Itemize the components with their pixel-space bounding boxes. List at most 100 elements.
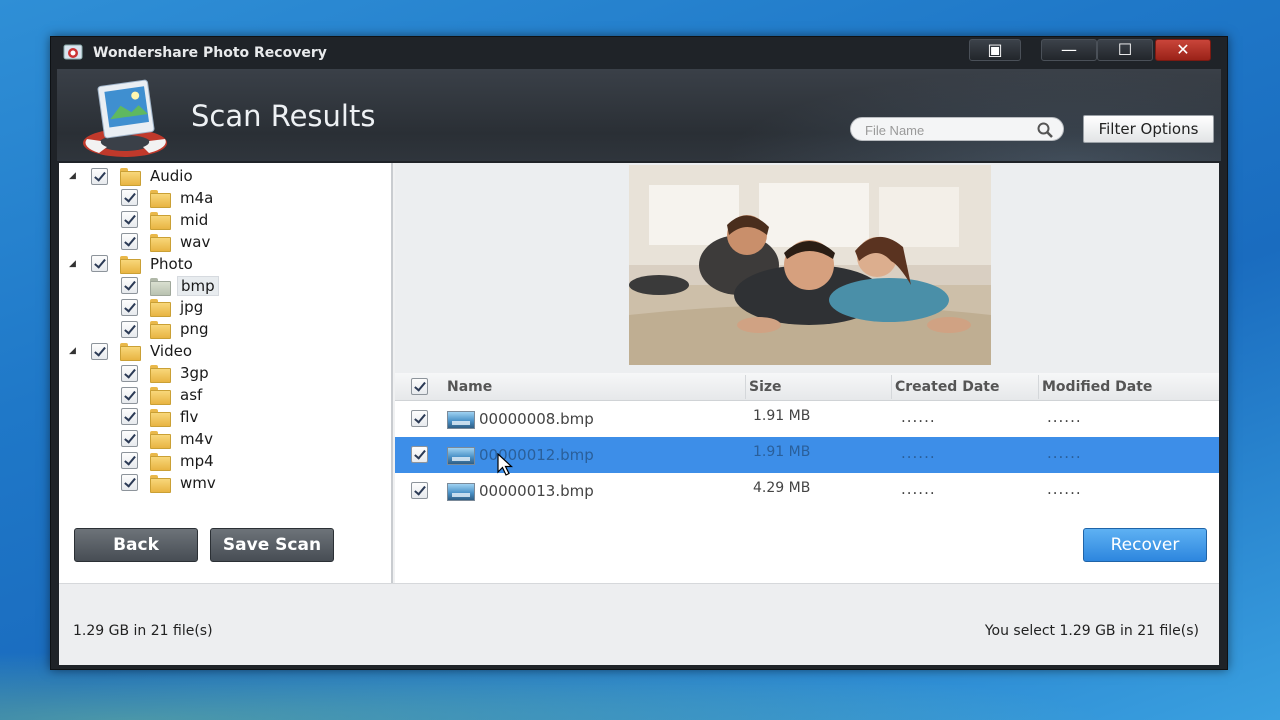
tree-item-label: m4a <box>180 188 214 207</box>
tree-item-label: flv <box>180 407 199 426</box>
row-checkbox[interactable] <box>411 446 428 463</box>
collapse-triangle-icon[interactable]: ◢ <box>69 259 79 269</box>
tree-checkbox[interactable] <box>121 320 138 338</box>
folder-icon <box>150 408 171 427</box>
tree-item-bmp[interactable]: bmp <box>121 275 219 297</box>
table-row-selected[interactable]: 00000012.bmp 1.91 MB ...... ...... <box>395 437 1219 476</box>
row-checkbox[interactable] <box>411 482 428 499</box>
filter-options-button[interactable]: Filter Options <box>1083 115 1214 143</box>
column-header-modified-date[interactable]: Modified Date <box>1042 379 1152 395</box>
back-button[interactable]: Back <box>74 528 198 562</box>
modified-date: ...... <box>1047 408 1082 426</box>
tree-item-label: m4v <box>180 429 214 448</box>
recover-button[interactable]: Recover <box>1083 528 1207 562</box>
window-title: Wondershare Photo Recovery <box>93 45 327 61</box>
tree-item-mid[interactable]: mid <box>121 209 208 231</box>
tree-item-m4a[interactable]: m4a <box>121 187 213 209</box>
created-date: ...... <box>901 408 936 426</box>
tree-checkbox[interactable] <box>121 474 138 492</box>
folder-icon <box>150 321 171 340</box>
tree-item-label: Audio <box>150 167 193 185</box>
tree-checkbox[interactable] <box>121 189 138 207</box>
tree-item-png[interactable]: png <box>121 318 209 340</box>
total-files-status: 1.29 GB in 21 file(s) <box>73 623 213 639</box>
search-box[interactable] <box>850 117 1064 141</box>
tree-checkbox[interactable] <box>121 298 138 316</box>
column-header-name[interactable]: Name <box>447 379 492 395</box>
folder-icon <box>150 277 171 296</box>
search-icon[interactable] <box>1037 122 1053 138</box>
tree-checkbox[interactable] <box>121 452 138 470</box>
tree-item-label: bmp <box>177 275 219 296</box>
header: Scan Results Filter Options <box>57 69 1221 161</box>
collapse-triangle-icon[interactable]: ◢ <box>69 171 79 181</box>
main-content: ◢ Audio m4a mid wav ◢ Photo bmp jpg png ◢ Video 3gp a… <box>59 163 1219 665</box>
tree-item-photo[interactable]: ◢ Photo <box>69 253 193 275</box>
column-header-size[interactable]: Size <box>749 379 782 395</box>
tree-item-flv[interactable]: flv <box>121 406 198 428</box>
app-window: Wondershare Photo Recovery ▣ — ☐ ✕ Scan … <box>50 36 1228 670</box>
folder-icon <box>150 233 171 252</box>
tree-checkbox[interactable] <box>121 211 138 229</box>
maximize-button[interactable]: ☐ <box>1097 39 1153 61</box>
file-type-tree[interactable]: ◢ Audio m4a mid wav ◢ Photo bmp jpg png ◢ Video 3gp a… <box>59 163 393 583</box>
row-checkbox[interactable] <box>411 410 428 427</box>
tree-checkbox[interactable] <box>121 233 138 251</box>
folder-icon <box>150 452 171 471</box>
created-date: ...... <box>901 444 936 462</box>
restore-icon: ▣ <box>987 40 1003 59</box>
tree-checkbox[interactable] <box>121 364 138 382</box>
folder-icon <box>150 299 171 318</box>
folder-icon <box>120 343 141 362</box>
search-input[interactable] <box>865 121 1025 139</box>
tree-item-audio[interactable]: ◢ Audio <box>69 165 193 187</box>
close-icon: ✕ <box>1176 40 1190 59</box>
tree-item-label: png <box>180 320 209 339</box>
file-name: 00000008.bmp <box>479 410 594 428</box>
tree-item-label: wav <box>180 232 211 251</box>
folder-icon <box>150 189 171 208</box>
created-date: ...... <box>901 480 936 498</box>
column-header-created-date[interactable]: Created Date <box>895 379 999 395</box>
restore-window-button[interactable]: ▣ <box>969 39 1021 61</box>
tree-item-label: 3gp <box>180 364 209 383</box>
bmp-file-icon <box>447 447 475 465</box>
tree-item-wav[interactable]: wav <box>121 231 210 253</box>
title-bar[interactable]: Wondershare Photo Recovery ▣ — ☐ ✕ <box>51 37 1227 69</box>
tree-checkbox[interactable] <box>91 255 108 273</box>
select-all-checkbox[interactable] <box>411 378 428 395</box>
modified-date: ...... <box>1047 444 1082 462</box>
tree-item-label: asf <box>180 386 203 404</box>
tree-item-asf[interactable]: asf <box>121 384 202 406</box>
tree-item-m4v[interactable]: m4v <box>121 428 213 450</box>
tree-item-jpg[interactable]: jpg <box>121 296 203 318</box>
folder-icon <box>150 474 171 493</box>
folder-icon <box>150 430 171 449</box>
save-scan-button[interactable]: Save Scan <box>210 528 334 562</box>
tree-checkbox[interactable] <box>91 342 108 360</box>
tree-checkbox[interactable] <box>121 408 138 426</box>
preview-pane <box>395 163 1219 373</box>
tree-item-label: wmv <box>180 473 216 492</box>
close-button[interactable]: ✕ <box>1155 39 1211 61</box>
folder-icon <box>150 387 171 405</box>
table-row[interactable]: 00000008.bmp 1.91 MB ...... ...... <box>395 401 1219 437</box>
tree-item-label: Photo <box>150 254 193 273</box>
tree-item-video[interactable]: ◢ Video <box>69 340 192 362</box>
tree-item-3gp[interactable]: 3gp <box>121 362 209 384</box>
table-row[interactable]: 00000013.bmp 4.29 MB ...... ...... <box>395 473 1219 509</box>
collapse-triangle-icon[interactable]: ◢ <box>69 346 79 356</box>
folder-icon <box>120 168 141 186</box>
folder-icon <box>150 211 171 230</box>
tree-checkbox[interactable] <box>121 386 138 404</box>
selection-status: You select 1.29 GB in 21 file(s) <box>984 623 1199 639</box>
tree-checkbox[interactable] <box>91 167 108 185</box>
file-size: 1.91 MB <box>753 444 811 460</box>
tree-checkbox[interactable] <box>121 430 138 448</box>
tree-item-mp4[interactable]: mp4 <box>121 450 214 472</box>
tree-item-label: mp4 <box>180 451 214 470</box>
minimize-button[interactable]: — <box>1041 39 1097 61</box>
tree-checkbox[interactable] <box>121 277 138 294</box>
folder-icon <box>120 255 141 274</box>
tree-item-wmv[interactable]: wmv <box>121 472 216 494</box>
